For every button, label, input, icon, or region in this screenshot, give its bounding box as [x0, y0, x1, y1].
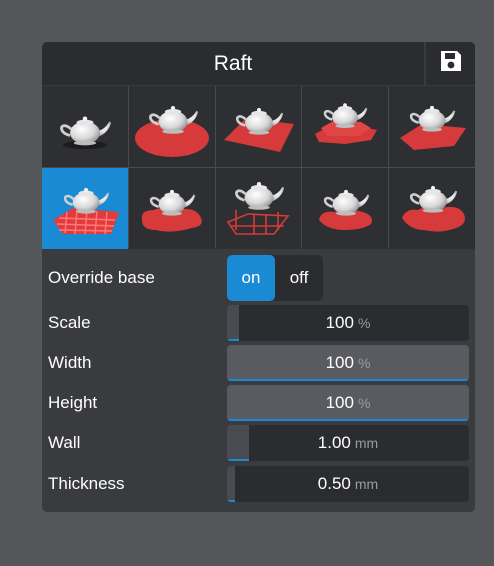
preset-slanted-square[interactable]	[389, 86, 475, 167]
wall-unit: mm	[354, 435, 379, 451]
height-label: Height	[48, 393, 98, 412]
height-value: 100	[325, 393, 354, 412]
preset-disc[interactable]	[128, 86, 215, 167]
teapot-cage-thumbnail	[227, 180, 291, 235]
override-base-row: Override base on off	[42, 255, 475, 301]
wall-slider[interactable]: 1.00 mm	[227, 425, 469, 461]
wall-value: 1.00	[317, 433, 351, 452]
width-value: 100	[325, 353, 354, 372]
height-row: Height 100%	[42, 385, 475, 421]
preset-square[interactable]	[215, 86, 302, 167]
teapot-none-thumbnail	[60, 114, 113, 149]
teapot-blob-thumbnail	[141, 188, 202, 232]
save-button[interactable]	[426, 42, 475, 85]
thickness-unit: mm	[354, 476, 379, 492]
override-base-on-option[interactable]: on	[227, 255, 275, 301]
width-slider[interactable]: 100%	[227, 345, 469, 381]
preset-none[interactable]	[42, 86, 128, 167]
override-base-off-option[interactable]: off	[275, 255, 323, 301]
teapot-disc-thumbnail	[134, 104, 209, 157]
wall-label: Wall	[48, 433, 81, 452]
teapot-wavy-blob-thumbnail	[402, 184, 466, 232]
raft-panel: Raft Override base on off Scale 100 % Wi…	[42, 42, 475, 512]
teapot-small-blob-thumbnail	[319, 188, 373, 230]
scale-unit: %	[357, 315, 371, 331]
height-unit: %	[357, 395, 371, 411]
width-value-display: 100%	[227, 345, 469, 381]
preset-small-blob[interactable]	[302, 168, 389, 249]
raft-preset-grid	[42, 86, 475, 249]
override-base-label: Override base	[48, 268, 155, 287]
thickness-value: 0.50	[317, 474, 351, 493]
thickness-label: Thickness	[48, 474, 125, 493]
height-slider[interactable]: 100%	[227, 385, 469, 421]
teapot-stacked-plates-thumbnail	[315, 101, 378, 144]
teapot-slanted-square-thumbnail	[400, 104, 467, 150]
preset-wavy-blob[interactable]	[389, 168, 475, 249]
scale-value: 100	[325, 313, 354, 332]
override-base-toggle[interactable]: on off	[227, 255, 323, 301]
thickness-row: Thickness 0.50 mm	[42, 466, 475, 502]
scale-value-display: 100%	[227, 305, 469, 341]
preset-cage[interactable]	[215, 168, 302, 249]
scale-label: Scale	[48, 313, 91, 332]
preset-lattice[interactable]	[42, 168, 128, 249]
thickness-value-display: 0.50 mm	[227, 466, 469, 502]
preset-stacked-plates[interactable]	[302, 86, 389, 167]
teapot-square-thumbnail	[224, 106, 295, 152]
panel-title: Raft	[42, 42, 424, 85]
preset-blob[interactable]	[128, 168, 215, 249]
teapot-lattice-thumbnail	[52, 186, 119, 234]
thickness-slider[interactable]: 0.50 mm	[227, 466, 469, 502]
panel-header: Raft	[42, 42, 475, 85]
width-label: Width	[48, 353, 92, 372]
save-icon	[438, 48, 464, 79]
scale-row: Scale 100%	[42, 305, 475, 341]
width-unit: %	[357, 355, 371, 371]
wall-value-display: 1.00 mm	[227, 425, 469, 461]
wall-row: Wall 1.00 mm	[42, 425, 475, 461]
width-row: Width 100%	[42, 345, 475, 381]
scale-slider[interactable]: 100%	[227, 305, 469, 341]
height-value-display: 100%	[227, 385, 469, 421]
